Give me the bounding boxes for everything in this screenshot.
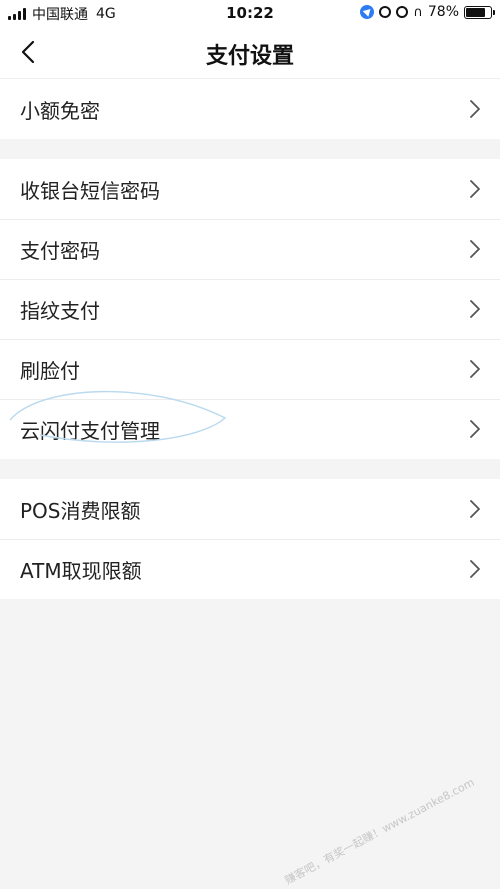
settings-list: 小额免密 收银台短信密码 支付密码 指纹支付 刷脸付 云闪付支付管理 POS消费… <box>0 79 500 599</box>
location-icon <box>360 5 375 19</box>
page-title: 支付设置 <box>205 44 294 69</box>
chevron-left-icon <box>21 40 35 64</box>
hand-drawn-scribble <box>9 390 227 443</box>
row-label: POS消费限额 <box>20 498 141 523</box>
settings-row-sms-password[interactable]: 收银台短信密码 <box>0 159 500 219</box>
row-label: 指纹支付 <box>20 298 100 323</box>
chevron-right-icon <box>468 99 482 119</box>
watermark-text: 赚客吧，有奖一起赚！www.zuanke8.com <box>282 775 477 888</box>
settings-row-atm-limit[interactable]: ATM取现限额 <box>0 539 500 599</box>
group-divider <box>0 459 500 479</box>
group-divider <box>0 139 500 159</box>
battery-fill <box>466 7 485 17</box>
row-label: ATM取现限额 <box>20 558 142 583</box>
status-bar: 中国联通 4G 10:22 ∩ 78% <box>0 0 500 26</box>
row-label: 小额免密 <box>20 98 100 123</box>
row-label: 收银台短信密码 <box>20 178 160 203</box>
back-button[interactable] <box>10 34 46 70</box>
settings-row-small-amount[interactable]: 小额免密 <box>0 79 500 139</box>
settings-group-1: 小额免密 <box>0 79 500 139</box>
chevron-right-icon <box>468 299 482 319</box>
settings-row-pay-password[interactable]: 支付密码 <box>0 219 500 279</box>
chevron-right-icon <box>468 179 482 199</box>
headphones-icon: ∩ <box>413 4 423 20</box>
chevron-right-icon <box>468 359 482 379</box>
chevron-right-icon <box>468 419 482 439</box>
nav-bar: 支付设置 <box>0 26 500 79</box>
chevron-right-icon <box>468 559 482 579</box>
rotation-lock-icon <box>379 6 392 18</box>
row-label: 支付密码 <box>20 238 100 263</box>
settings-row-pos-limit[interactable]: POS消费限额 <box>0 479 500 539</box>
settings-row-fingerprint[interactable]: 指纹支付 <box>0 279 500 339</box>
status-right: ∩ 78% <box>360 4 495 20</box>
chevron-right-icon <box>468 499 482 519</box>
chevron-right-icon <box>468 239 482 259</box>
alarm-icon <box>396 6 409 18</box>
battery-percent: 78% <box>427 4 459 20</box>
battery-icon <box>464 5 495 19</box>
settings-group-3: POS消费限额 ATM取现限额 <box>0 479 500 599</box>
